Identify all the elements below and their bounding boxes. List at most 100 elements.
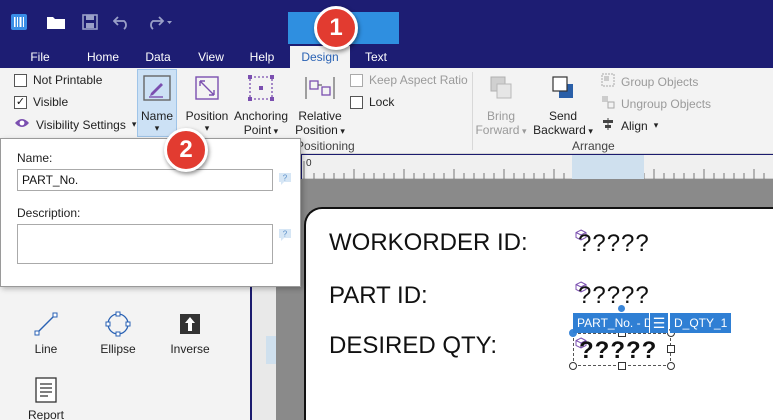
send-backward-button[interactable]: Send Backward ▾ — [532, 73, 594, 138]
relative-button-label-2: Position ▾ — [295, 123, 345, 137]
chevron-down-icon: ▾ — [131, 119, 137, 129]
position-button[interactable]: Position ▾ — [184, 73, 230, 133]
workorder-id-label[interactable]: WORKORDER ID: — [329, 229, 528, 257]
anchoring-button-label-1: Anchoring — [233, 109, 289, 123]
callout-badge-1: 1 — [314, 6, 358, 50]
open-folder-icon[interactable] — [44, 10, 68, 34]
object-name-tag-right[interactable]: D_QTY_1 — [670, 313, 732, 333]
line-icon — [32, 310, 60, 338]
align-label: Align — [621, 118, 648, 133]
position-icon — [191, 73, 223, 105]
chevron-down-icon: ▾ — [337, 126, 345, 136]
ungroup-objects-icon — [601, 95, 615, 112]
visibility-settings-label: Visibility Settings — [36, 117, 126, 132]
chevron-down-icon: ▾ — [519, 126, 527, 136]
rotate-handle-top[interactable] — [618, 305, 625, 312]
tab-data[interactable]: Data — [140, 48, 176, 66]
part-id-label[interactable]: PART ID: — [329, 282, 428, 310]
keep-aspect-ratio-check[interactable] — [350, 73, 363, 87]
bring-forward-icon — [485, 73, 517, 105]
save-icon[interactable] — [78, 10, 102, 34]
keep-aspect-ratio-checkbox[interactable]: Keep Aspect Ratio — [350, 73, 468, 87]
workorder-id-value[interactable]: ????? — [578, 230, 650, 258]
relative-button-label-1: Relative — [298, 109, 342, 123]
tab-file[interactable]: File — [22, 48, 58, 66]
anchoring-button-label-2: Point ▾ — [243, 123, 279, 137]
position-button-label: Position — [185, 109, 229, 123]
ellipse-icon — [104, 310, 132, 338]
not-printable-check[interactable] — [14, 73, 27, 87]
relative-position-icon — [304, 73, 336, 105]
help-bubble-icon[interactable]: ? — [278, 172, 292, 186]
report-tool-label: Report — [27, 408, 65, 420]
align-dropdown[interactable]: Align ▾ — [601, 117, 658, 134]
tab-text[interactable]: Text — [356, 48, 396, 66]
lock-checkbox[interactable]: Lock — [350, 95, 394, 109]
tab-view[interactable]: View — [192, 48, 230, 66]
chevron-down-icon: ▾ — [154, 123, 160, 133]
visible-checkbox[interactable]: ✓ Visible — [14, 95, 68, 109]
bring-forward-label-1: Bring — [486, 109, 515, 123]
resize-handle[interactable] — [667, 362, 675, 370]
visibility-settings-dropdown[interactable]: Visibility Settings ▾ — [14, 117, 136, 132]
eye-icon — [14, 117, 30, 132]
ungroup-objects-label: Ungroup Objects — [621, 96, 712, 111]
bring-forward-button[interactable]: Bring Forward ▾ — [474, 73, 528, 138]
horizontal-ruler: 0 — [302, 155, 773, 179]
anchoring-point-icon — [245, 73, 277, 105]
resize-handle[interactable] — [569, 362, 577, 370]
help-bubble-icon[interactable]: ? — [278, 228, 292, 242]
visible-label: Visible — [33, 95, 69, 109]
lock-check[interactable] — [350, 95, 363, 109]
group-objects-icon — [601, 73, 615, 90]
callout-badge-2: 2 — [164, 128, 208, 172]
part-id-value[interactable]: ????? — [578, 282, 650, 310]
tab-home[interactable]: Home — [80, 48, 126, 66]
report-icon — [32, 376, 60, 404]
svg-text:?: ? — [283, 174, 288, 183]
send-backward-icon — [547, 73, 579, 105]
redo-icon[interactable] — [144, 10, 174, 34]
inverse-icon — [176, 310, 204, 338]
vertical-ruler-highlight — [266, 336, 276, 364]
resize-handle[interactable] — [618, 362, 626, 370]
send-backward-label-2: Backward ▾ — [533, 123, 593, 137]
resize-handle[interactable] — [667, 345, 675, 353]
anchoring-point-button[interactable]: Anchoring Point ▾ — [232, 73, 290, 138]
visible-check[interactable]: ✓ — [14, 95, 27, 109]
report-tool[interactable]: Report — [22, 376, 70, 420]
popup-name-label: Name: — [17, 151, 53, 165]
keep-aspect-ratio-label: Keep Aspect Ratio — [369, 73, 468, 87]
ribbon-separator — [472, 72, 473, 150]
popup-description-label: Description: — [17, 206, 81, 220]
not-printable-label: Not Printable — [33, 73, 103, 87]
name-button[interactable]: Name ▾ — [138, 73, 176, 133]
tab-help[interactable]: Help — [244, 48, 280, 66]
ellipse-tool[interactable]: Ellipse — [94, 310, 142, 356]
inverse-tool[interactable]: Inverse — [166, 310, 214, 356]
align-icon — [601, 117, 615, 134]
chevron-down-icon: ▾ — [585, 126, 593, 136]
object-name-tag[interactable]: PART_No. - D — [573, 313, 657, 333]
desired-qty-label[interactable]: DESIRED QTY: — [329, 332, 497, 360]
ellipse-tool-label: Ellipse — [100, 342, 136, 356]
group-objects-button[interactable]: Group Objects — [601, 73, 698, 90]
chevron-down-icon: ▾ — [271, 126, 279, 136]
ruler-selection-highlight — [572, 155, 644, 179]
not-printable-checkbox[interactable]: Not Printable — [14, 73, 102, 87]
line-tool[interactable]: Line — [22, 310, 70, 356]
relative-position-button[interactable]: Relative Position ▾ — [292, 73, 348, 138]
hamburger-menu-icon[interactable]: ☰ — [649, 313, 669, 333]
object-name-input[interactable] — [17, 169, 273, 191]
rename-pencil-icon — [141, 73, 173, 105]
name-button-label: Name — [140, 109, 173, 123]
svg-text:?: ? — [283, 230, 288, 239]
group-objects-label: Group Objects — [621, 74, 699, 89]
line-tool-label: Line — [34, 342, 58, 356]
chevron-down-icon: ▾ — [653, 120, 659, 130]
app-logo-icon[interactable] — [8, 10, 30, 34]
description-textarea[interactable] — [17, 224, 273, 264]
ungroup-objects-button[interactable]: Ungroup Objects — [601, 95, 711, 112]
lock-label: Lock — [369, 95, 395, 109]
undo-icon[interactable] — [110, 10, 134, 34]
